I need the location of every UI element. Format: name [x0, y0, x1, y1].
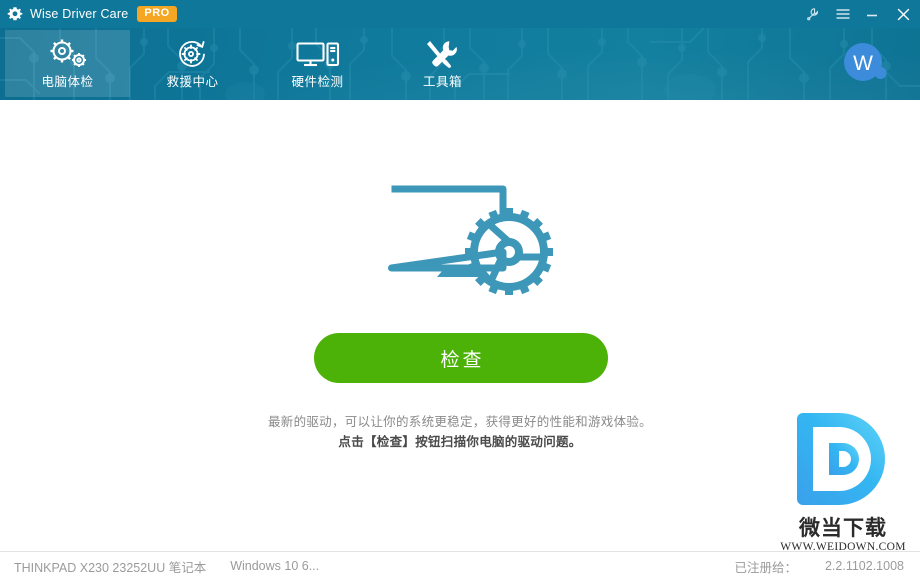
watermark: 微当下载 WWW.WEIDOWN.COM [778, 403, 908, 553]
nav-tab-label: 工具箱 [422, 75, 462, 90]
gears-icon [45, 38, 91, 70]
status-bar-left: THINKPAD X230 23252UU 笔记本 Windows 10 6..… [0, 557, 734, 576]
gear-refresh-icon [174, 38, 212, 70]
nav-tab-label: 救援中心 [166, 75, 219, 90]
scan-button[interactable]: 检查 [314, 333, 608, 383]
menu-hamburger-icon[interactable] [828, 0, 857, 28]
nav-tab-hardware-detection[interactable]: 硬件检测 [255, 30, 380, 97]
watermark-name: 微当下载 [799, 516, 887, 540]
nav-tab-label: 硬件检测 [291, 75, 344, 90]
title-bar-left: Wise Driver Care PRO [0, 6, 799, 22]
window-title: Wise Driver Care [30, 7, 129, 21]
pro-badge: PRO [137, 6, 177, 22]
app-version-text: 2.2.1102.1008 [824, 559, 904, 573]
os-version-text: Windows 10 6... [230, 559, 320, 573]
monitor-tower-icon [295, 38, 341, 70]
nav-tab-toolbox[interactable]: 工具箱 [380, 30, 505, 97]
feedback-wrench-icon[interactable] [799, 0, 828, 28]
status-bar: THINKPAD X230 23252UU 笔记本 Windows 10 6..… [0, 551, 920, 580]
main-content: 检查 最新的驱动，可以让你的系统更稳定，获得更好的性能和游戏体验。 点击【检查】… [0, 100, 920, 553]
nav-tab-label: 电脑体检 [41, 75, 94, 90]
gear-icon [7, 6, 23, 22]
letter-d-logo-icon [778, 403, 908, 515]
window-controls [799, 0, 920, 28]
svg-text:W: W [853, 52, 873, 75]
device-model-text: THINKPAD X230 23252UU 笔记本 [14, 560, 207, 575]
status-bar-right: 已注册给： 2.2.1102.1008 [734, 557, 920, 576]
nav-tab-pc-checkup[interactable]: 电脑体检 [5, 30, 130, 97]
wrench-screwdriver-icon [424, 38, 462, 70]
application-window: Wise Driver Care PRO 电脑体检 救援中心 硬件检测 工具箱 … [0, 0, 920, 580]
title-bar: Wise Driver Care PRO [0, 0, 920, 28]
header-nav-bar: 电脑体检 救援中心 硬件检测 工具箱 W [0, 28, 920, 100]
close-icon[interactable] [886, 0, 920, 28]
registered-to-label: 已注册给： [734, 560, 797, 575]
minimize-icon[interactable] [857, 0, 886, 28]
monitor-gear-icon [385, 180, 565, 295]
nav-tab-rescue-center[interactable]: 救援中心 [130, 30, 255, 97]
main-navigation: 电脑体检 救援中心 硬件检测 工具箱 [0, 28, 505, 100]
avatar[interactable]: W [842, 41, 888, 87]
